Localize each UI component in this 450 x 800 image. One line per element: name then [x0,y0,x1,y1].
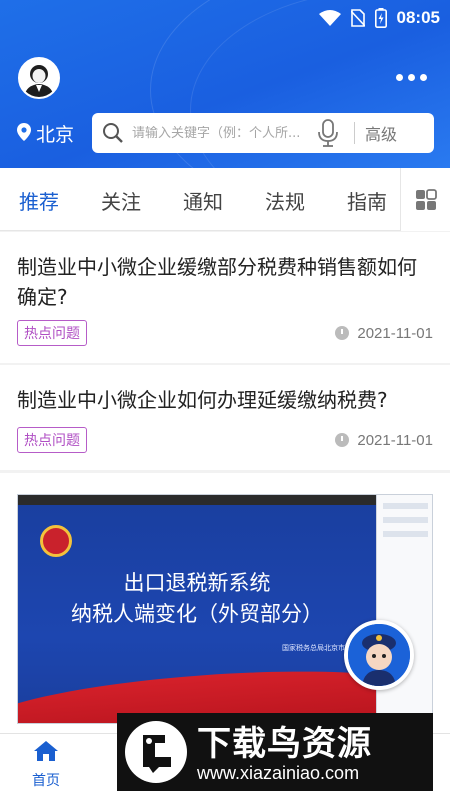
article-meta: 热点问题 2021-11-01 [17,427,433,453]
nav-home[interactable]: 首页 [18,740,74,790]
watermark-logo-icon [125,721,187,783]
list-item[interactable]: 制造业中小微企业如何办理延缓缴纳税费? 热点问题 2021-11-01 [0,365,450,470]
article-tag: 热点问题 [17,427,87,453]
watermark: 下载鸟资源 www.xiazainiao.com [117,713,433,791]
grid-icon[interactable] [400,168,450,231]
header: 08:05 北京 高级 [0,0,450,168]
clock-icon [335,326,350,340]
video-card[interactable]: 出口退税新系统 纳税人端变化（外贸部分） 国家税务总局北京市税务局 [0,473,450,733]
nav-home-label: 首页 [32,773,60,789]
tab-bar: 推荐 关注 通知 法规 指南 [0,168,450,231]
tab-follow[interactable]: 关注 [101,186,141,215]
article-title: 制造业中小微企业缓缴部分税费种销售额如何确定? [17,255,417,309]
article-date: 2021-11-01 [335,432,433,449]
location-pin-icon [17,122,31,145]
advanced-search-button[interactable]: 高级 [365,121,397,145]
microphone-icon[interactable] [316,119,340,147]
wifi-icon [318,10,341,26]
location-label: 北京 [36,124,75,146]
slide-subtitle: 纳税人端变化（外贸部分） [71,602,323,626]
search-divider [354,122,355,144]
video-side-panel [376,495,432,723]
avatar[interactable] [18,57,60,99]
slide-window-bar [18,495,376,505]
clock-icon [335,433,350,447]
status-bar: 08:05 [318,0,440,36]
search-bar[interactable]: 高级 [92,113,434,153]
clock-time: 08:05 [396,8,440,27]
article-date: 2021-11-01 [335,325,433,342]
slide-title: 出口退税新系统 [123,571,271,595]
more-icon[interactable] [396,68,430,86]
tab-notice[interactable]: 通知 [183,186,223,215]
tab-guide[interactable]: 指南 [347,186,387,215]
list-item[interactable]: 制造业中小微企业缓缴部分税费种销售额如何确定? 热点问题 2021-11-01 [0,232,450,363]
tab-recommend[interactable]: 推荐 [19,186,59,215]
location-selector[interactable]: 北京 [17,120,74,147]
search-input[interactable] [132,125,312,141]
watermark-title: 下载鸟资源 [197,724,372,764]
assistant-mascot-button[interactable] [344,620,414,690]
slide-image: 出口退税新系统 纳税人端变化（外贸部分） 国家税务总局北京市税务局 [18,505,432,723]
no-sim-icon [350,9,365,27]
battery-charging-icon [374,8,387,28]
article-tag: 热点问题 [17,320,87,346]
search-icon [102,122,124,144]
tab-regulation[interactable]: 法规 [265,186,305,215]
article-meta: 热点问题 2021-11-01 [17,320,433,346]
video-thumbnail[interactable]: 出口退税新系统 纳税人端变化（外贸部分） 国家税务总局北京市税务局 [17,494,433,724]
national-emblem-icon [40,525,72,557]
watermark-url: www.xiazainiao.com [197,763,360,783]
article-title: 制造业中小微企业如何办理延缓缴纳税费? [17,388,388,412]
home-icon [33,741,59,766]
